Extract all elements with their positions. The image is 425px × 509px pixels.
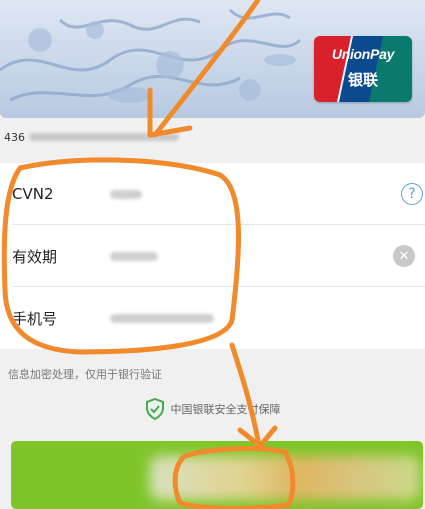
cvn2-field[interactable] <box>110 189 142 199</box>
card-number-prefix: 436 <box>4 130 25 144</box>
phone-label: 手机号 <box>12 309 58 328</box>
clear-circle-icon[interactable]: ✕ <box>393 245 415 267</box>
unionpay-brand-text: UnionPay <box>331 46 395 62</box>
submit-button-label-masked <box>150 456 420 500</box>
encryption-notice: 信息加密处理，仅用于银行验证 <box>8 368 162 381</box>
cvn2-row[interactable]: CVN2 ? <box>0 163 425 225</box>
card-number-masked <box>29 133 179 141</box>
bank-card-image: UnionPay 银联 <box>0 0 425 118</box>
shield-check-icon <box>145 398 164 420</box>
question-circle-icon[interactable]: ? <box>401 183 423 205</box>
card-number: 436 <box>4 127 179 147</box>
secure-text: 中国银联安全支付保障 <box>170 403 281 416</box>
expiry-label: 有效期 <box>12 247 58 266</box>
expiry-field[interactable] <box>110 251 158 261</box>
verification-form: CVN2 ? 有效期 ✕ 手机号 <box>0 163 425 349</box>
phone-row[interactable]: 手机号 <box>0 287 425 349</box>
expiry-row[interactable]: 有效期 ✕ <box>0 225 425 287</box>
unionpay-brand-cn-text: 银联 <box>347 71 378 89</box>
unionpay-logo: UnionPay 银联 <box>314 36 412 102</box>
secure-badge: 中国银联安全支付保障 <box>0 396 425 422</box>
annotation-arrow-line-2 <box>229 342 261 443</box>
phone-field[interactable] <box>110 313 214 323</box>
cvn2-label: CVN2 <box>12 185 54 203</box>
